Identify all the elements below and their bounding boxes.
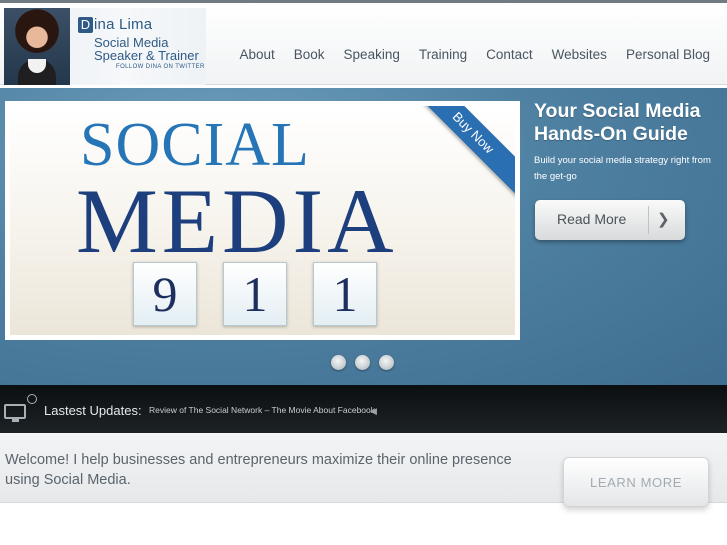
nav-websites[interactable]: Websites [552,47,607,62]
latest-updates-bar: Lastest Updates: Review of The Social Ne… [0,385,727,433]
avatar [4,8,70,85]
logo-tagline-2: Speaker & Trainer [94,48,199,63]
slide-dot-2[interactable] [355,355,370,370]
logo-name: Dina Lima [78,16,152,33]
site-header: Dina Lima Social Media Speaker & Trainer… [0,3,727,85]
learn-more-button[interactable]: LEARN MORE [563,457,709,507]
nav-about[interactable]: About [239,47,274,62]
slide-dot-1[interactable] [331,355,346,370]
nav-book[interactable]: Book [294,47,325,62]
cover-word-media: MEDIA [76,170,398,272]
cover-digit-box: 1 [313,262,377,326]
main-nav: About Book Speaking Training Contact Web… [239,47,710,62]
learn-more-label: LEARN MORE [590,475,682,490]
welcome-text: Welcome! I help businesses and entrepren… [5,452,512,488]
chevron-right-icon: ❯ [657,211,670,228]
nav-speaking[interactable]: Speaking [344,47,400,62]
book-cover-image: SOCIAL MEDIA 9 1 1 Buy Now [10,106,515,335]
follow-twitter-link[interactable]: FOLLOW DINA ON TWITTER [116,64,205,70]
clock-icon [27,394,37,404]
hero-slider: SOCIAL MEDIA 9 1 1 Buy Now Your Social M… [0,88,727,385]
button-divider [648,206,649,234]
monitor-icon [4,404,26,422]
nav-personal-blog[interactable]: Personal Blog [626,47,710,62]
updates-label: Lastest Updates: [44,403,142,418]
hero-description: Build your social media strategy right f… [534,155,711,182]
nav-contact[interactable]: Contact [486,47,533,62]
nav-training[interactable]: Training [419,47,467,62]
slide-dot-3[interactable] [379,355,394,370]
cover-digit-box: 9 [133,262,197,326]
slider-pagination [331,355,394,370]
hero-title: Your Social Media Hands-On Guide [534,100,701,145]
cover-digit-box: 1 [223,262,287,326]
megaphone-icon: ◀ [370,406,377,416]
buy-now-ribbon[interactable]: Buy Now [393,106,515,213]
hero-image-frame[interactable]: SOCIAL MEDIA 9 1 1 Buy Now [5,101,520,340]
read-more-label: Read More [557,211,627,227]
site-logo[interactable]: Dina Lima Social Media Speaker & Trainer… [4,8,206,85]
welcome-section: Welcome! I help businesses and entrepren… [0,433,727,507]
read-more-button[interactable]: Read More ❯ [535,200,685,240]
update-link[interactable]: Review of The Social Network – The Movie… [149,405,375,415]
